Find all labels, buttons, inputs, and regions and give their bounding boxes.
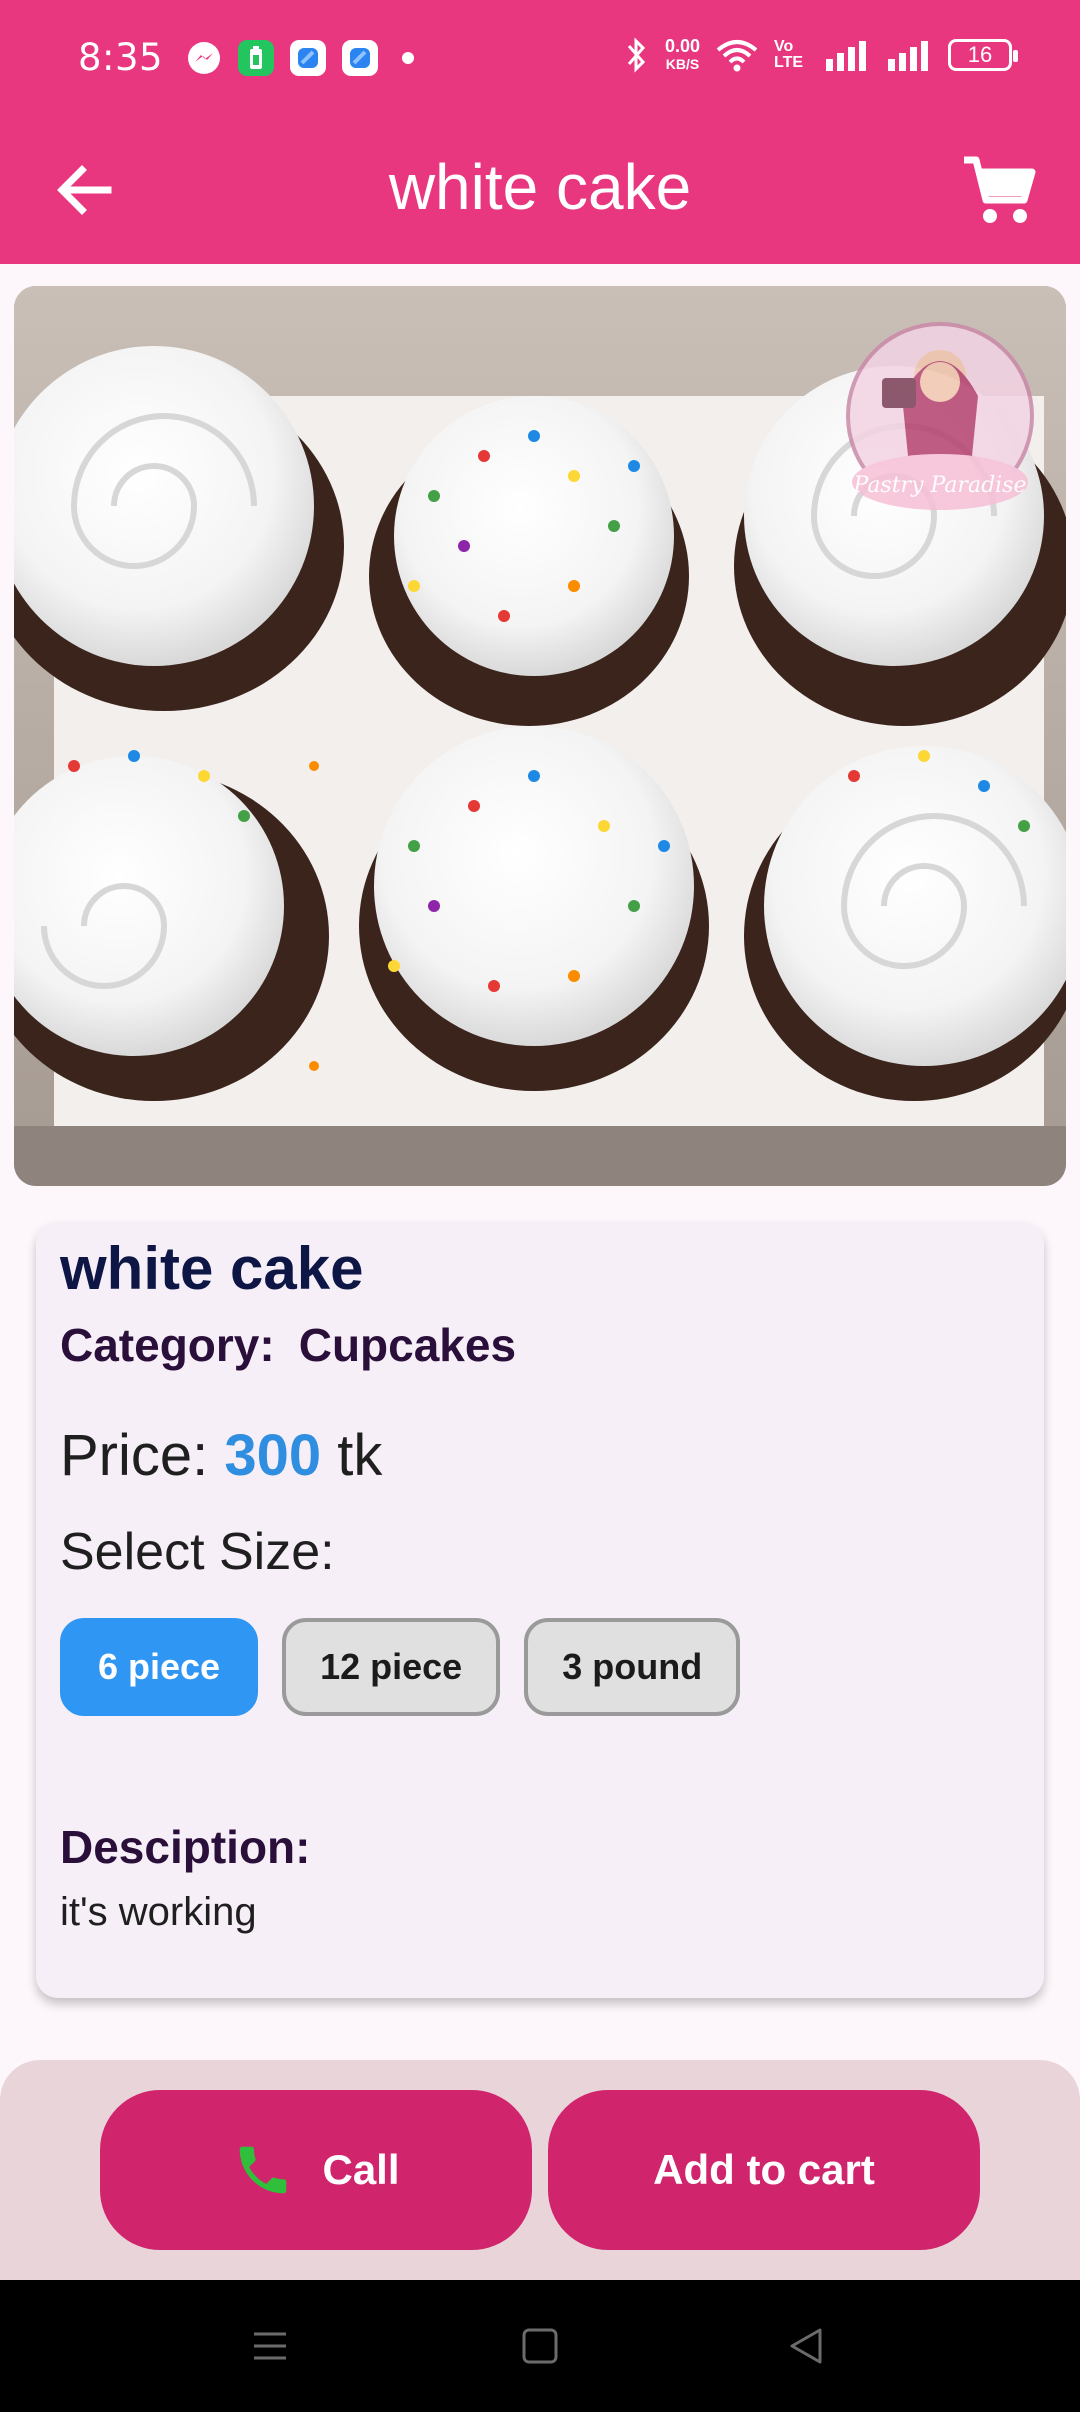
signal-icon [826, 41, 866, 71]
bottom-action-bar: Call Add to cart [0, 2060, 1080, 2280]
description-label: Desciption: [60, 1821, 311, 1873]
volte-label: Vo LTE [774, 38, 804, 71]
home-button[interactable] [516, 2322, 564, 2370]
product-details-card: white cake Category: Cupcakes Price: 300 … [36, 1222, 1044, 1998]
status-bar: 8:35 0.00 KB/S Vo LTE 16 [0, 0, 1080, 124]
status-time: 8:35 [78, 36, 164, 79]
category-row: Category: Cupcakes [60, 1318, 516, 1372]
menu-icon [254, 2332, 286, 2360]
price-unit: tk [337, 1423, 383, 1488]
size-chip-12-piece[interactable]: 12 piece [282, 1618, 501, 1716]
app-icon [342, 40, 378, 76]
more-notifications-icon [402, 52, 414, 64]
pastry-paradise-logo: Pastry Paradise [846, 322, 1034, 510]
call-label: Call [322, 2146, 400, 2193]
description-text: it's working [60, 1890, 257, 1934]
system-navigation-bar [0, 2280, 1080, 2412]
net-speed-value: 0.00 [664, 36, 700, 56]
net-speed-unit: KB/S [665, 56, 700, 72]
shopping-cart-icon [964, 156, 1036, 223]
size-chip-6-piece[interactable]: 6 piece [60, 1618, 259, 1716]
price-row: Price: 300 tk [60, 1422, 382, 1489]
triangle-back-icon [790, 2328, 822, 2364]
wifi-icon [716, 40, 758, 72]
price-label: Price: [60, 1423, 209, 1488]
messenger-icon [186, 40, 222, 76]
battery-icon: 16 [948, 39, 1018, 71]
system-icons: 0.00 KB/S Vo LTE 16 [625, 36, 1018, 74]
net-speed: 0.00 KB/S [665, 37, 700, 73]
phone-icon [240, 2146, 287, 2194]
category-label: Category: [60, 1319, 275, 1371]
svg-text:Pastry Paradise: Pastry Paradise [853, 473, 1027, 498]
call-button[interactable]: Call [100, 2090, 532, 2250]
price-value: 300 [224, 1423, 322, 1488]
notification-icons [186, 40, 414, 76]
cart-button[interactable] [956, 148, 1040, 232]
size-options: 6 piece 12 piece 3 pound [60, 1618, 741, 1716]
app-bar: white cake [0, 124, 1080, 264]
battery-saver-icon [238, 40, 274, 76]
recent-apps-button[interactable] [246, 2322, 294, 2370]
category-value: Cupcakes [298, 1319, 517, 1371]
product-image: Pastry Paradise [14, 286, 1066, 1186]
app-icon [290, 40, 326, 76]
add-to-cart-label: Add to cart [653, 2146, 875, 2193]
size-chip-3-pound[interactable]: 3 pound [524, 1618, 741, 1716]
bluetooth-icon [627, 37, 646, 73]
battery-level: 16 [967, 42, 993, 67]
system-back-button[interactable] [782, 2322, 830, 2370]
select-size-label: Select Size: [60, 1523, 335, 1581]
add-to-cart-button[interactable]: Add to cart [548, 2090, 980, 2250]
square-icon [522, 2328, 558, 2364]
product-name: white cake [60, 1235, 364, 1302]
signal-icon [888, 41, 928, 71]
page-title: white cake [388, 151, 692, 223]
